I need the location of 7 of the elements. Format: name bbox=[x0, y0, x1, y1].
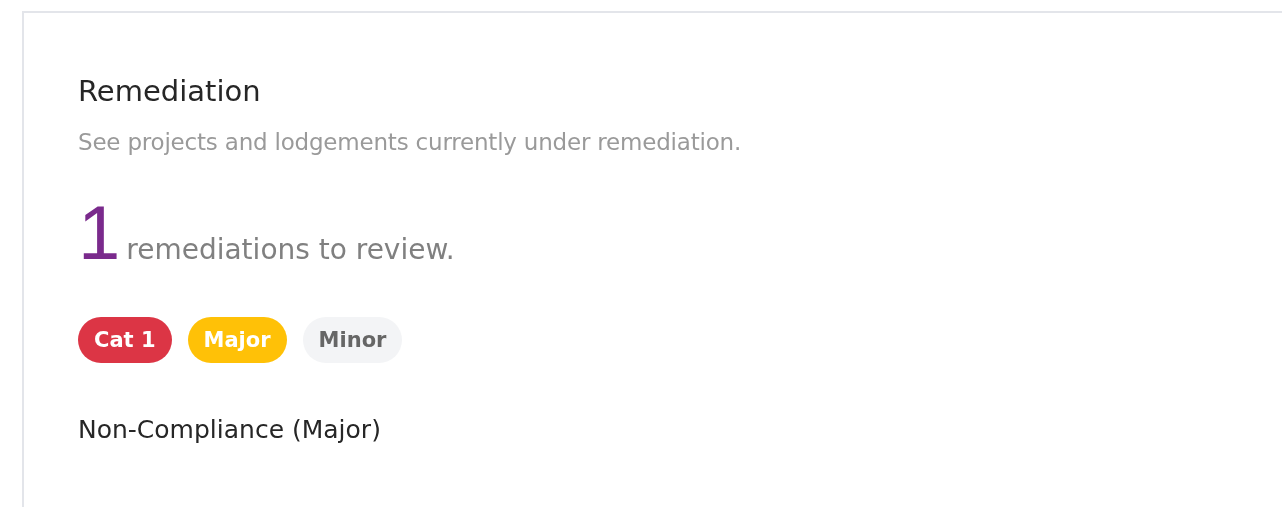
summary-text: remediations to review. bbox=[126, 233, 455, 266]
section-title: Remediation bbox=[78, 73, 262, 109]
section-subtitle: See projects and lodgements currently under remediation. bbox=[78, 128, 743, 157]
remediation-count: 1 bbox=[78, 193, 121, 273]
group-heading: Non-Compliance (Major) bbox=[78, 415, 382, 444]
severity-tag[interactable]: Minor bbox=[302, 317, 403, 363]
severity-tag[interactable]: Cat 1 bbox=[78, 317, 172, 363]
